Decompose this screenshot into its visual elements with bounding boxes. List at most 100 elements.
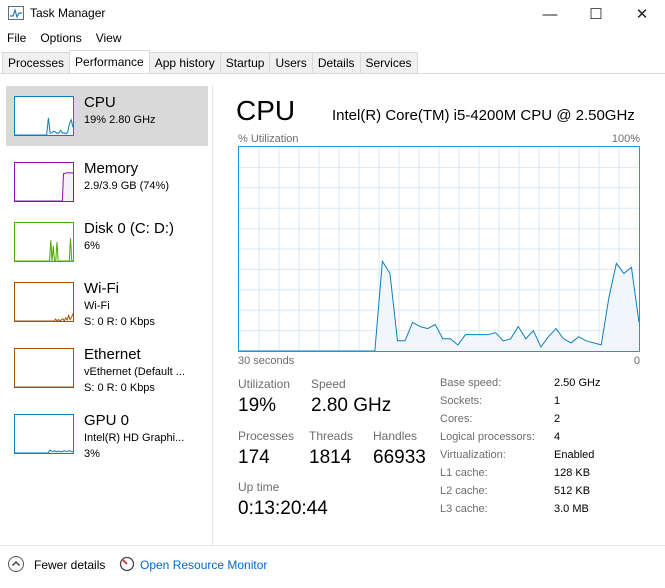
minimize-button[interactable]: — — [527, 0, 573, 28]
handles-value: 66933 — [373, 447, 426, 468]
spec-value: 512 KB — [554, 485, 591, 497]
thumbnail-border — [14, 96, 74, 136]
utilization-label: Utilization — [238, 377, 291, 391]
sidebar-item-gpu[interactable]: GPU 0 Intel(R) HD Graphi... 3% — [6, 404, 208, 464]
memory-thumbnail-graph — [14, 162, 74, 202]
sidebar-item-memory[interactable]: Memory 2.9/3.9 GB (74%) — [6, 152, 208, 212]
thumbnail-border — [14, 348, 74, 388]
cpu-thumbnail-graph — [14, 96, 74, 136]
tab-strip: Processes Performance App history Startu… — [2, 50, 418, 74]
spec-key: L2 cache: — [440, 485, 488, 497]
spec-key: Logical processors: — [440, 431, 535, 443]
sidebar-item-disk[interactable]: Disk 0 (C: D:) 6% — [6, 212, 208, 272]
sidebar-item-name: CPU — [84, 94, 116, 111]
spec-row: Logical processors: 4 — [440, 431, 660, 449]
speed-stat: Speed 2.80 GHz — [311, 377, 391, 417]
window-title: Task Manager — [30, 6, 106, 20]
spec-key: Cores: — [440, 413, 473, 425]
maximize-button[interactable]: ☐ — [573, 0, 619, 28]
close-button[interactable]: ✕ — [619, 0, 665, 28]
handles-stat: Handles 66933 — [373, 429, 426, 469]
uptime-label: Up time — [238, 480, 280, 494]
sidebar-item-name: Wi-Fi — [84, 280, 119, 297]
spec-key: Base speed: — [440, 377, 502, 389]
utilization-value: 19% — [238, 395, 277, 416]
spec-row: L3 cache: 3.0 MB — [440, 503, 660, 521]
tab-startup[interactable]: Startup — [219, 52, 271, 73]
spec-value: Enabled — [554, 449, 595, 461]
spec-value: 3.0 MB — [554, 503, 589, 515]
sidebar-item-name: Ethernet — [84, 346, 141, 363]
sidebar-item-throughput: S: 0 R: 0 Kbps — [84, 316, 155, 328]
tab-divider — [0, 73, 665, 74]
spec-key: Virtualization: — [440, 449, 506, 461]
sidebar-item-detail: 6% — [84, 240, 100, 252]
sidebar-divider — [212, 85, 213, 545]
processes-stat: Processes 174 — [238, 429, 294, 469]
processes-value: 174 — [238, 447, 270, 468]
menu-view[interactable]: View — [89, 29, 129, 49]
speed-value: 2.80 GHz — [311, 395, 392, 416]
open-resource-monitor-link[interactable]: Open Resource Monitor — [140, 558, 267, 572]
tab-performance[interactable]: Performance — [69, 50, 150, 73]
gpu-thumbnail-graph — [14, 414, 74, 454]
thumbnail-border — [14, 222, 74, 262]
threads-label: Threads — [309, 429, 354, 443]
spec-key: Sockets: — [440, 395, 483, 407]
sidebar-item-detail: 19% 2.80 GHz — [84, 114, 156, 126]
thumbnail-border — [14, 414, 74, 454]
uptime-stat: Up time 0:13:20:44 — [238, 480, 328, 520]
tab-services[interactable]: Services — [359, 52, 418, 73]
spec-row: Base speed: 2.50 GHz — [440, 377, 660, 395]
sidebar-item-wifi[interactable]: Wi-Fi Wi-Fi S: 0 R: 0 Kbps — [6, 272, 208, 332]
spec-value: 128 KB — [554, 467, 591, 479]
sidebar-item-name: Disk 0 (C: D:) — [84, 220, 174, 237]
cpu-specs: Base speed: 2.50 GHz Sockets: 1 Cores: 2 Lo… — [440, 377, 660, 521]
sidebar-item-detail: Wi-Fi — [84, 300, 110, 312]
sidebar-item-cpu[interactable]: CPU 19% 2.80 GHz — [6, 86, 208, 146]
speed-label: Speed — [311, 377, 346, 391]
tab-details[interactable]: Details — [311, 52, 361, 73]
sidebar-item-throughput: S: 0 R: 0 Kbps — [84, 382, 155, 394]
title-bar: Task Manager — ☐ ✕ — [0, 0, 665, 28]
spec-value: 2.50 GHz — [554, 377, 601, 389]
sidebar-item-name: Memory — [84, 160, 139, 177]
threads-stat: Threads 1814 — [309, 429, 353, 469]
spec-row: Sockets: 1 — [440, 395, 660, 413]
fewer-details-button[interactable]: Fewer details — [34, 558, 105, 572]
spec-row: Virtualization: Enabled — [440, 449, 660, 467]
footer-divider — [0, 545, 665, 546]
spec-key: L3 cache: — [440, 503, 488, 515]
menu-bar: File Options View — [0, 29, 129, 49]
tab-users[interactable]: Users — [269, 52, 313, 73]
menu-options[interactable]: Options — [33, 29, 88, 49]
threads-value: 1814 — [309, 447, 352, 468]
graph-y-max-label: 100% — [611, 133, 640, 145]
sidebar-item-detail: vEthernet (Default ... — [84, 366, 185, 378]
spec-value: 1 — [554, 395, 561, 407]
tab-app-history[interactable]: App history — [148, 52, 221, 73]
handles-label: Handles — [373, 429, 418, 443]
resource-monitor-icon[interactable] — [119, 556, 135, 572]
graph-x-left-label: 30 seconds — [238, 355, 295, 367]
page-title: CPU — [236, 95, 296, 126]
spec-row: Cores: 2 — [440, 413, 660, 431]
cpu-detail-panel: CPU Intel(R) Core(TM) i5-4200M CPU @ 2.5… — [214, 85, 664, 545]
sidebar-item-ethernet[interactable]: Ethernet vEthernet (Default ... S: 0 R: … — [6, 338, 208, 398]
sidebar-item-detail: 2.9/3.9 GB (74%) — [84, 180, 169, 192]
chevron-up-icon[interactable] — [8, 556, 24, 572]
processes-label: Processes — [238, 429, 295, 443]
spec-value: 4 — [554, 431, 561, 443]
wifi-thumbnail-graph — [14, 282, 74, 323]
spec-key: L1 cache: — [440, 467, 488, 479]
sidebar-item-name: GPU 0 — [84, 412, 130, 429]
spec-row: L1 cache: 128 KB — [440, 467, 660, 485]
graph-x-right-label: 0 — [633, 355, 640, 367]
spec-value: 2 — [554, 413, 561, 425]
tab-processes[interactable]: Processes — [2, 52, 71, 73]
task-manager-icon — [8, 6, 24, 20]
menu-file[interactable]: File — [0, 29, 33, 49]
uptime-value: 0:13:20:44 — [238, 498, 328, 519]
cpu-model-name: Intel(R) Core(TM) i5-4200M CPU @ 2.50GHz — [332, 107, 635, 124]
ethernet-thumbnail-graph — [14, 348, 74, 388]
